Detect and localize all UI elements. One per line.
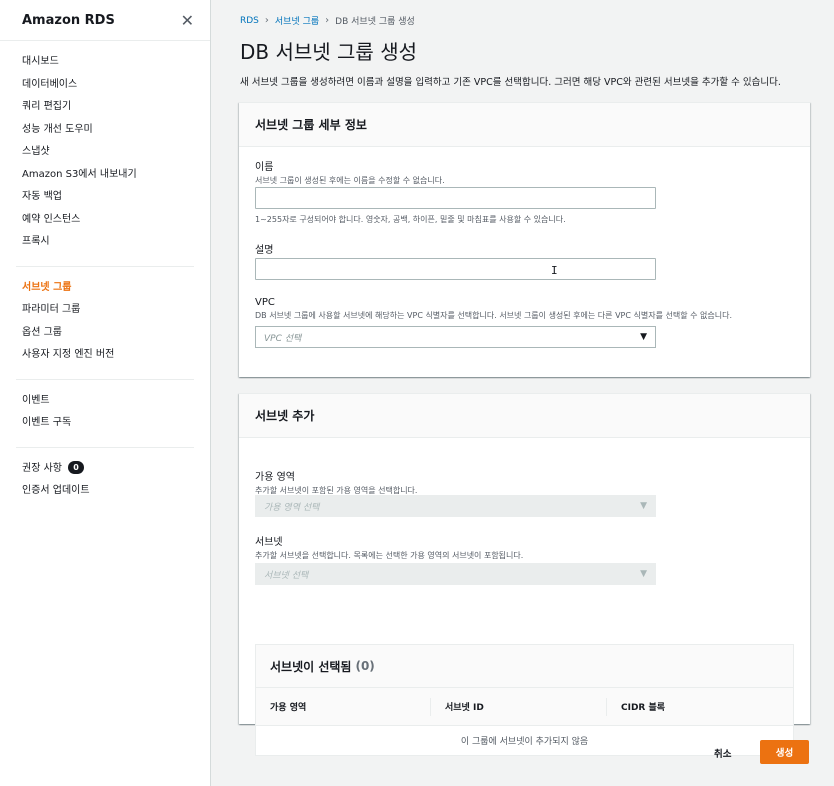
main-content: RDS › 서브넷 그룹 › DB 서브넷 그룹 생성 DB 서브넷 그룹 생성… bbox=[212, 0, 834, 786]
subnet-description: 추가할 서브넷을 선택합니다. 목록에는 선택한 가용 영역의 서브넷이 포함됩… bbox=[255, 551, 524, 560]
selected-subnets-title: 서브넷이 선택됨 bbox=[270, 659, 352, 674]
subnet-field: 서브넷 추가할 서브넷을 선택합니다. 목록에는 선택한 가용 영역의 서브넷이… bbox=[255, 533, 523, 561]
recommendations-count-badge: 0 bbox=[67, 461, 84, 474]
add-subnets-panel: 서브넷 추가 가용 영역 추가할 서브넷이 포함된 가용 영역을 선택합니다. … bbox=[239, 393, 810, 756]
sidebar-item-s3-exports[interactable]: Amazon S3에서 내보내기 bbox=[0, 164, 210, 187]
sidebar-item-automated-backups[interactable]: 자동 백업 bbox=[0, 186, 210, 209]
page-title: DB 서브넷 그룹 생성 bbox=[240, 40, 417, 64]
panel-title: 서브넷 그룹 세부 정보 bbox=[239, 103, 810, 147]
caret-down-icon: ▼ bbox=[640, 332, 647, 342]
breadcrumb-rds-link[interactable]: RDS bbox=[240, 16, 259, 26]
vpc-label: VPC bbox=[255, 297, 275, 308]
subnet-select[interactable]: 서브넷 선택 ▼ bbox=[255, 563, 656, 585]
create-button[interactable]: 생성 bbox=[760, 740, 809, 764]
chevron-right-icon: › bbox=[325, 15, 330, 26]
name-constraint-hint: 1~255자로 구성되어야 합니다. 영숫자, 공백, 하이픈, 밑줄 및 마침… bbox=[255, 215, 566, 224]
description-input[interactable] bbox=[255, 258, 656, 280]
sidebar-item-snapshots[interactable]: 스냅샷 bbox=[0, 141, 210, 164]
vpc-select-placeholder: VPC 선택 bbox=[264, 333, 302, 344]
sidebar: Amazon RDS ✕ 대시보드 데이터베이스 쿼리 편집기 성능 개선 도우… bbox=[0, 0, 211, 786]
sidebar-item-label: 권장 사항 bbox=[22, 462, 62, 474]
sidebar-item-databases[interactable]: 데이터베이스 bbox=[0, 74, 210, 97]
breadcrumb-subnet-groups-link[interactable]: 서브넷 그룹 bbox=[275, 14, 319, 27]
sidebar-item-custom-engine-versions[interactable]: 사용자 지정 엔진 버전 bbox=[0, 344, 210, 367]
column-header-cidr-block[interactable]: CIDR 블록 bbox=[606, 697, 793, 716]
sidebar-item-event-subscriptions[interactable]: 이벤트 구독 bbox=[0, 412, 210, 435]
selected-subnets-header: 서브넷이 선택됨 (0) bbox=[256, 645, 793, 688]
caret-down-icon: ▼ bbox=[640, 501, 647, 511]
sidebar-group-misc: 권장 사항 0 인증서 업데이트 bbox=[0, 448, 210, 515]
sidebar-group-config: 서브넷 그룹 파라미터 그룹 옵션 그룹 사용자 지정 엔진 버전 bbox=[0, 267, 210, 379]
subnet-placeholder: 서브넷 선택 bbox=[264, 570, 309, 581]
vpc-select[interactable]: VPC 선택 ▼ bbox=[255, 326, 656, 348]
caret-down-icon: ▼ bbox=[640, 569, 647, 579]
vpc-description: DB 서브넷 그룹에 사용할 서브넷에 해당하는 VPC 식별자를 선택합니다.… bbox=[255, 311, 732, 320]
sidebar-item-performance-insights[interactable]: 성능 개선 도우미 bbox=[0, 119, 210, 142]
chevron-right-icon: › bbox=[264, 15, 269, 26]
subnet-group-details-panel: 서브넷 그룹 세부 정보 이름 서브넷 그룹이 생성된 후에는 이름을 수정할 … bbox=[239, 102, 810, 377]
text-cursor-icon: I bbox=[551, 264, 558, 277]
vpc-field: VPC DB 서브넷 그룹에 사용할 서브넷에 해당하는 VPC 식별자를 선택… bbox=[255, 297, 732, 321]
name-label: 이름 bbox=[255, 162, 274, 173]
sidebar-item-query-editor[interactable]: 쿼리 편집기 bbox=[0, 96, 210, 119]
sidebar-item-certificate-update[interactable]: 인증서 업데이트 bbox=[0, 480, 210, 503]
description-label: 설명 bbox=[255, 245, 274, 256]
table-header-row: 가용 영역 서브넷 ID CIDR 블록 bbox=[256, 688, 793, 726]
breadcrumb-current: DB 서브넷 그룹 생성 bbox=[335, 17, 415, 27]
sidebar-header: Amazon RDS ✕ bbox=[0, 0, 210, 40]
availability-zone-field: 가용 영역 추가할 서브넷이 포함된 가용 영역을 선택합니다. bbox=[255, 468, 417, 496]
sidebar-item-reserved-instances[interactable]: 예약 인스턴스 bbox=[0, 209, 210, 232]
subnet-label: 서브넷 bbox=[255, 537, 283, 548]
sidebar-item-dashboard[interactable]: 대시보드 bbox=[0, 51, 210, 74]
column-header-availability-zone[interactable]: 가용 영역 bbox=[256, 688, 430, 725]
sidebar-item-subnet-groups[interactable]: 서브넷 그룹 bbox=[0, 277, 210, 300]
availability-zone-select[interactable]: 가용 영역 선택 ▼ bbox=[255, 495, 656, 517]
sidebar-item-events[interactable]: 이벤트 bbox=[0, 390, 210, 413]
name-description: 서브넷 그룹이 생성된 후에는 이름을 수정할 수 없습니다. bbox=[255, 176, 445, 185]
cancel-button[interactable]: 취소 bbox=[714, 742, 731, 764]
close-icon[interactable]: ✕ bbox=[181, 11, 194, 30]
sidebar-item-recommendations[interactable]: 권장 사항 0 bbox=[0, 458, 210, 481]
sidebar-item-option-groups[interactable]: 옵션 그룹 bbox=[0, 322, 210, 345]
sidebar-item-proxies[interactable]: 프록시 bbox=[0, 231, 210, 254]
name-input[interactable] bbox=[255, 187, 656, 209]
sidebar-group-events: 이벤트 이벤트 구독 bbox=[0, 380, 210, 447]
selected-subnets-table: 서브넷이 선택됨 (0) 가용 영역 서브넷 ID CIDR 블록 이 그룹에 … bbox=[255, 644, 794, 756]
breadcrumb: RDS › 서브넷 그룹 › DB 서브넷 그룹 생성 bbox=[240, 14, 415, 27]
table-empty-state: 이 그룹에 서브넷이 추가되지 않음 bbox=[256, 726, 793, 755]
availability-zone-placeholder: 가용 영역 선택 bbox=[264, 502, 320, 513]
sidebar-title: Amazon RDS bbox=[22, 12, 115, 28]
availability-zone-label: 가용 영역 bbox=[255, 472, 295, 483]
panel-title: 서브넷 추가 bbox=[239, 394, 810, 438]
page-description: 새 서브넷 그룹을 생성하려면 이름과 설명을 입력하고 기존 VPC를 선택합… bbox=[240, 77, 781, 88]
sidebar-group-main: 대시보드 데이터베이스 쿼리 편집기 성능 개선 도우미 스냅샷 Amazon … bbox=[0, 41, 210, 266]
sidebar-item-parameter-groups[interactable]: 파라미터 그룹 bbox=[0, 299, 210, 322]
name-field: 이름 서브넷 그룹이 생성된 후에는 이름을 수정할 수 없습니다. bbox=[255, 158, 445, 186]
selected-subnets-count: (0) bbox=[355, 659, 375, 673]
column-header-subnet-id[interactable]: 서브넷 ID bbox=[430, 697, 606, 716]
